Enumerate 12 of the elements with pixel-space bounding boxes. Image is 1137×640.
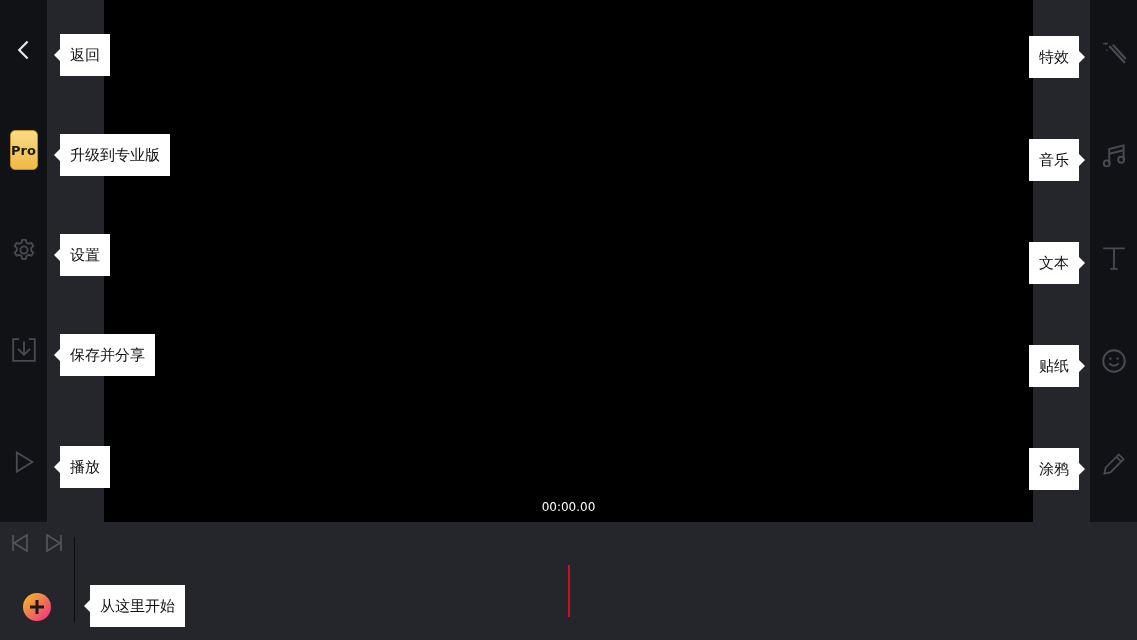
- add-button[interactable]: [23, 593, 51, 621]
- smiley-icon[interactable]: [1101, 348, 1126, 373]
- magic-wand-icon[interactable]: [1101, 39, 1126, 64]
- timecode: 00:00.00: [541, 500, 596, 514]
- download-icon[interactable]: [11, 338, 36, 362]
- settings-icon[interactable]: [11, 238, 36, 262]
- music-note-icon[interactable]: [1101, 142, 1126, 167]
- skip-end-icon[interactable]: [44, 533, 64, 553]
- skip-start-icon[interactable]: [10, 533, 30, 553]
- pencil-icon[interactable]: [1101, 451, 1126, 476]
- pro-badge[interactable]: Pro: [9, 130, 38, 170]
- text-icon[interactable]: [1101, 245, 1126, 270]
